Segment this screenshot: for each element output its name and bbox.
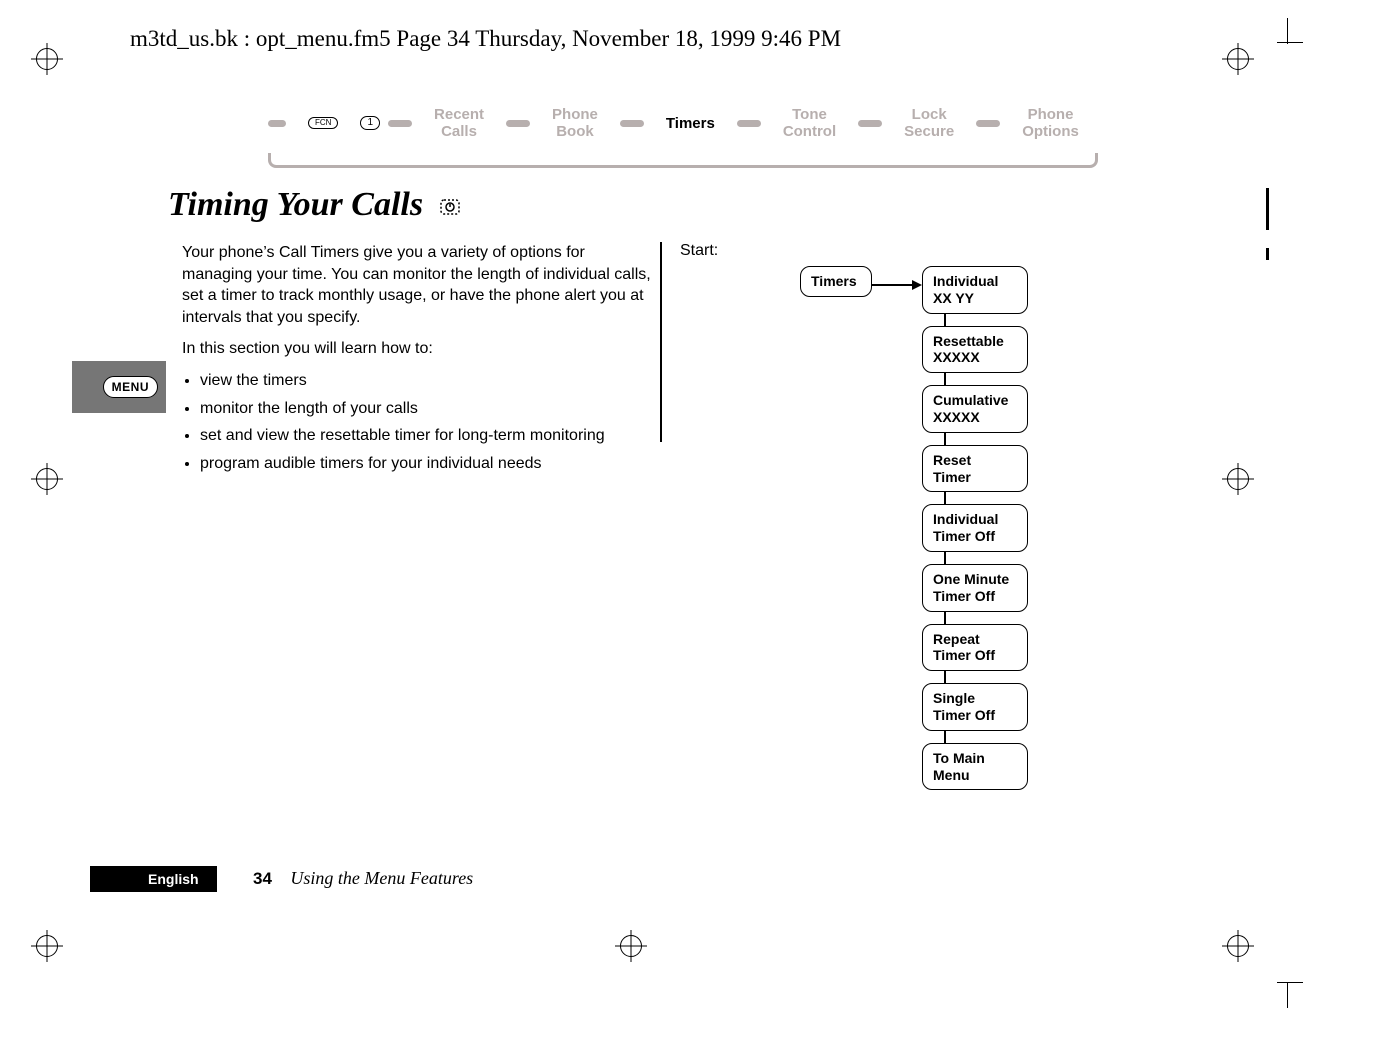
change-bar-icon bbox=[1266, 188, 1269, 230]
crop-mark-icon bbox=[1273, 28, 1303, 58]
page-title-text: Timing Your Calls bbox=[168, 186, 423, 223]
page: m3td_us.bk : opt_menu.fm5 Page 34 Thursd… bbox=[0, 0, 1391, 1062]
page-title: Timing Your Calls bbox=[168, 186, 462, 224]
flow-root-node: Timers bbox=[800, 266, 872, 297]
page-footer: English 34 Using the Menu Features bbox=[90, 866, 473, 892]
breadcrumb-item-active: Timers bbox=[666, 115, 715, 132]
column-divider bbox=[660, 242, 662, 442]
flow-node: IndividualXX YY bbox=[922, 266, 1028, 314]
list-item: program audible timers for your individu… bbox=[200, 453, 652, 475]
flow-node: ResetTimer bbox=[922, 445, 1028, 493]
section-tab: MENU bbox=[72, 361, 166, 413]
running-header: m3td_us.bk : opt_menu.fm5 Page 34 Thursd… bbox=[130, 26, 841, 52]
breadcrumb-lead-icon bbox=[268, 120, 286, 127]
flow-column: IndividualXX YY ResettableXXXXX Cumulati… bbox=[922, 266, 1028, 790]
flow-connector-icon bbox=[944, 612, 946, 624]
list-item: set and view the resettable timer for lo… bbox=[200, 425, 652, 447]
breadcrumb-item: Phone Options bbox=[1022, 106, 1079, 141]
flow-node: ResettableXXXXX bbox=[922, 326, 1028, 374]
breadcrumb-item: Lock Secure bbox=[904, 106, 954, 141]
flow-arrow-line-icon bbox=[872, 284, 912, 286]
flow-connector-icon bbox=[944, 671, 946, 683]
body-column: Your phone’s Call Timers give you a vari… bbox=[182, 242, 652, 480]
list-item: monitor the length of your calls bbox=[200, 398, 652, 420]
page-number: 34 bbox=[253, 869, 272, 888]
breadcrumb-sep-icon bbox=[388, 120, 412, 127]
flow-connector-icon bbox=[944, 731, 946, 743]
registration-mark-icon bbox=[1227, 935, 1251, 959]
learn-lead: In this section you will learn how to: bbox=[182, 338, 652, 360]
registration-mark-icon bbox=[620, 935, 644, 959]
registration-mark-icon bbox=[1227, 48, 1251, 72]
menu-pill: MENU bbox=[103, 376, 158, 398]
breadcrumb-sep-icon bbox=[737, 120, 761, 127]
flow-connector-icon bbox=[944, 433, 946, 445]
breadcrumb-sep-icon bbox=[858, 120, 882, 127]
chapter-title: Using the Menu Features bbox=[290, 868, 473, 888]
start-label: Start: bbox=[680, 242, 718, 260]
fcn-key-icon: FCN bbox=[308, 117, 338, 129]
learn-list: view the timers monitor the length of yo… bbox=[182, 370, 652, 474]
registration-mark-icon bbox=[1227, 468, 1251, 492]
timer-icon bbox=[438, 195, 462, 219]
footer-bar-icon bbox=[90, 866, 130, 892]
flow-node: CumulativeXXXXX bbox=[922, 385, 1028, 433]
flow-connector-icon bbox=[944, 373, 946, 385]
flow-connector-icon bbox=[944, 314, 946, 326]
flow-connector-icon bbox=[944, 492, 946, 504]
language-badge: English bbox=[130, 866, 217, 892]
breadcrumb-item: Recent Calls bbox=[434, 106, 484, 141]
breadcrumb-item: Phone Book bbox=[552, 106, 598, 141]
flow-node: SingleTimer Off bbox=[922, 683, 1028, 731]
registration-mark-icon bbox=[36, 468, 60, 492]
list-item: view the timers bbox=[200, 370, 652, 392]
intro-paragraph: Your phone’s Call Timers give you a vari… bbox=[182, 242, 652, 328]
flow-connector-icon bbox=[944, 552, 946, 564]
registration-mark-icon bbox=[36, 48, 60, 72]
breadcrumb-track-icon bbox=[268, 153, 1098, 168]
breadcrumb-item: Tone Control bbox=[783, 106, 836, 141]
flow-node: IndividualTimer Off bbox=[922, 504, 1028, 552]
flow-node: One MinuteTimer Off bbox=[922, 564, 1028, 612]
one-key-icon: 1 bbox=[360, 116, 380, 130]
crop-mark-icon bbox=[1273, 968, 1303, 998]
breadcrumb-sep-icon bbox=[620, 120, 644, 127]
registration-mark-icon bbox=[36, 935, 60, 959]
menu-breadcrumb: FCN 1 Recent Calls Phone Book Timers Ton… bbox=[268, 100, 1098, 168]
breadcrumb-sep-icon bbox=[506, 120, 530, 127]
breadcrumb-sep-icon bbox=[976, 120, 1000, 127]
change-bar-icon bbox=[1266, 248, 1269, 260]
flow-node: To MainMenu bbox=[922, 743, 1028, 791]
flow-node: RepeatTimer Off bbox=[922, 624, 1028, 672]
flow-arrow-head-icon bbox=[912, 280, 922, 290]
